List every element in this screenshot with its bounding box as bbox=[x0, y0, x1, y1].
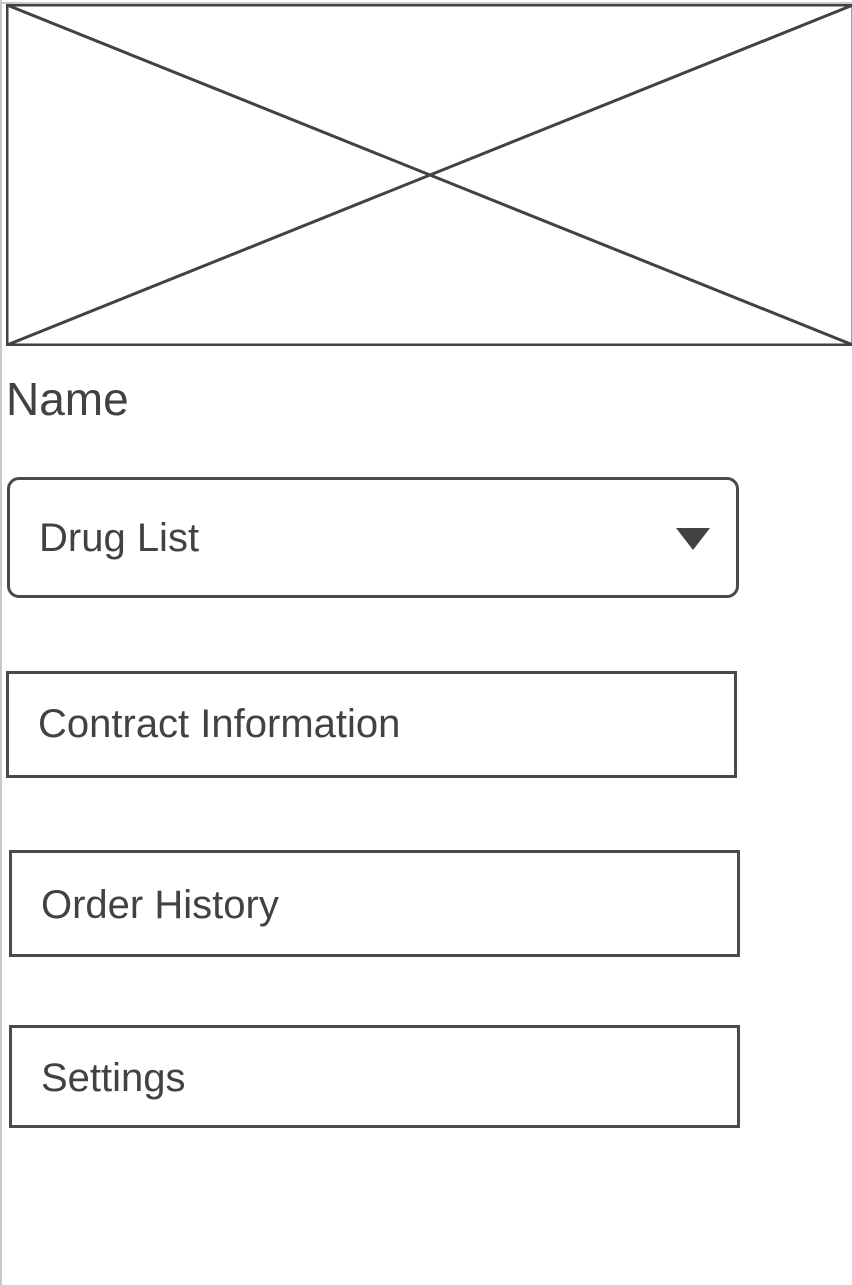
profile-name: Name bbox=[6, 373, 129, 425]
order-history-button[interactable]: Order History bbox=[9, 850, 740, 957]
contract-information-button[interactable]: Contract Information bbox=[6, 671, 737, 778]
image-placeholder-icon bbox=[6, 4, 852, 346]
contract-information-label: Contract Information bbox=[38, 702, 401, 746]
drug-list-label: Drug List bbox=[39, 516, 200, 560]
chevron-down-icon bbox=[676, 528, 710, 550]
settings-button[interactable]: Settings bbox=[9, 1025, 740, 1128]
app-screen: Name Drug List Contract Information Orde… bbox=[0, 0, 852, 1285]
settings-label: Settings bbox=[41, 1056, 186, 1100]
drug-list-dropdown[interactable]: Drug List bbox=[7, 477, 739, 598]
order-history-label: Order History bbox=[41, 883, 279, 927]
